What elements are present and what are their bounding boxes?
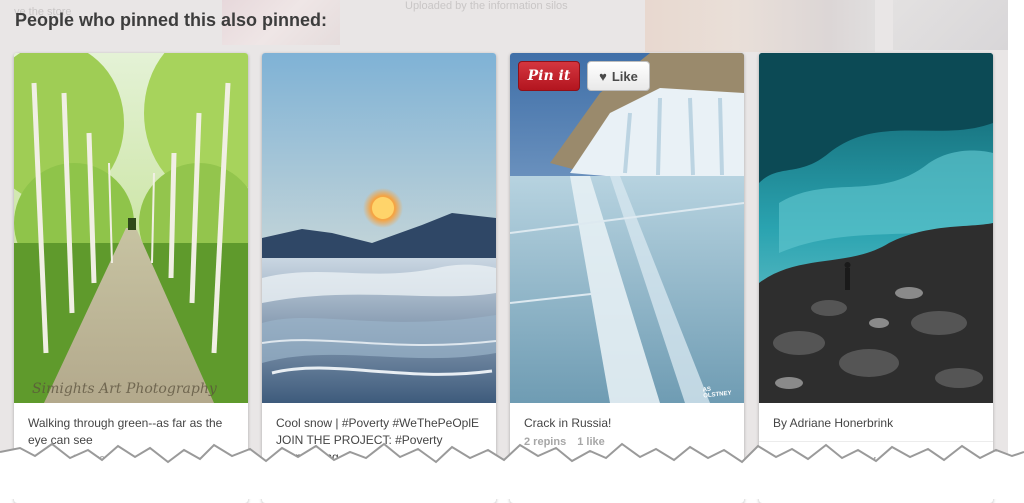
section-title: People who pinned this also pinned: <box>15 10 328 30</box>
pin-it-button[interactable]: Pin it <box>518 61 580 91</box>
pin-image[interactable]: Simights Art Photography <box>14 53 248 403</box>
photo-watermark: Simights Art Photography <box>32 381 217 397</box>
torn-edge <box>0 442 1024 499</box>
like-button[interactable]: ♥ Like <box>587 61 650 91</box>
related-pins-panel: People who pinned this also pinned: Simi… <box>0 0 1024 503</box>
pin-image[interactable] <box>262 53 496 403</box>
pin-image[interactable]: Pin it ♥ Like AS OLSTNEY <box>510 53 744 403</box>
heart-icon: ♥ <box>599 68 607 84</box>
pin-image[interactable] <box>759 53 993 403</box>
like-button-label: Like <box>611 68 638 84</box>
scrollbar[interactable] <box>1008 0 1024 499</box>
